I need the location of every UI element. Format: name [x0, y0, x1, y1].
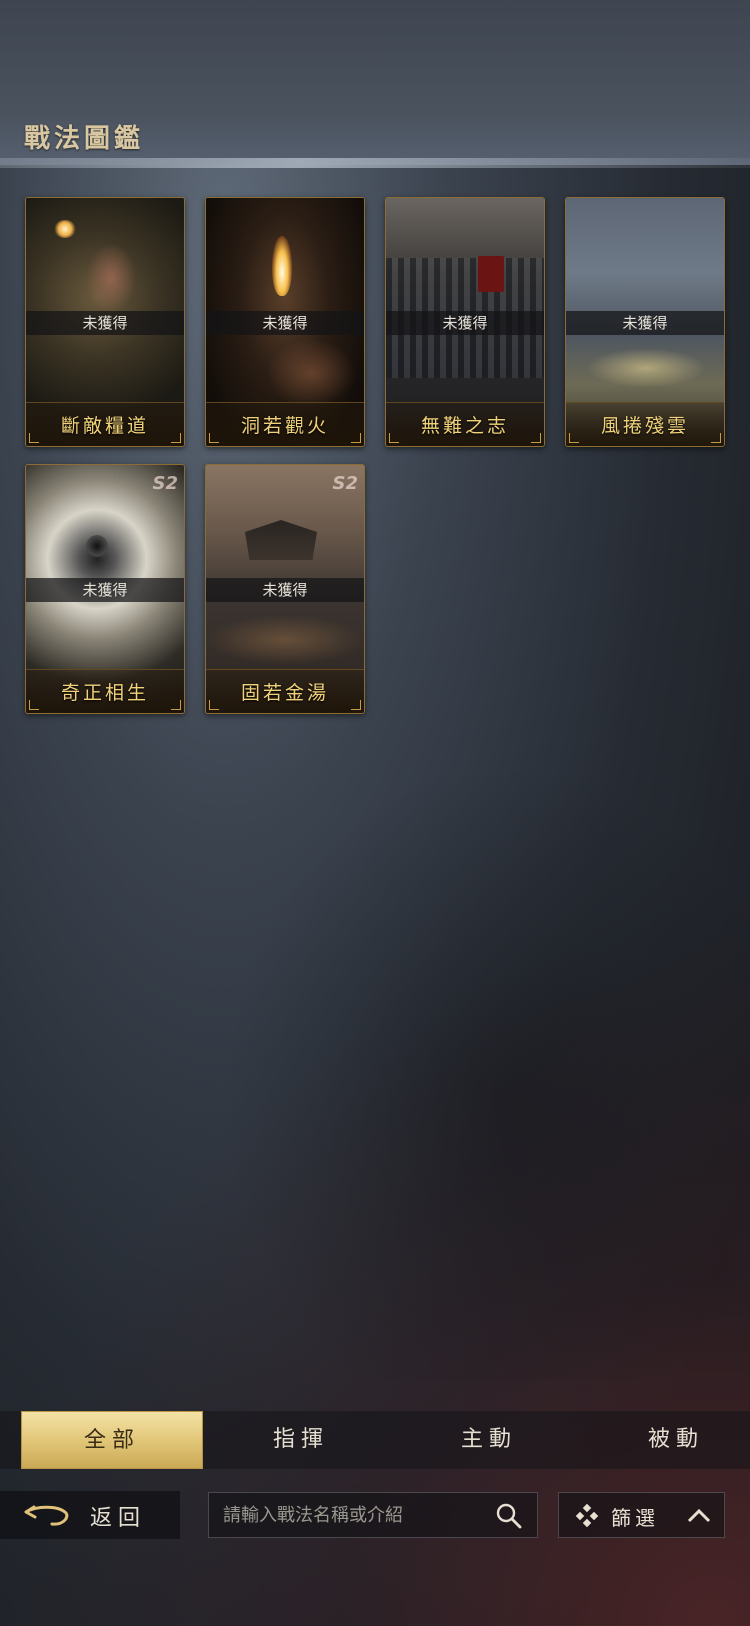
corner-ornament — [711, 433, 721, 443]
filter-label: 篩選 — [611, 1506, 659, 1530]
corner-ornament — [351, 433, 361, 443]
tactic-card[interactable]: 未獲得 斷敵糧道 — [25, 197, 185, 447]
corner-ornament — [351, 700, 361, 710]
tactic-card[interactable]: S2 未獲得 奇正相生 — [25, 464, 185, 714]
tab-command[interactable]: 指揮 — [210, 1411, 392, 1469]
tab-active[interactable]: 主動 — [398, 1411, 580, 1469]
season-badge: S2 — [152, 473, 179, 494]
filter-diamond-icon — [575, 1504, 599, 1528]
tactic-card[interactable]: 未獲得 無難之志 — [385, 197, 545, 447]
tactic-card[interactable]: S2 未獲得 固若金湯 — [205, 464, 365, 714]
search-box — [208, 1492, 538, 1538]
card-status-label: 未獲得 — [26, 578, 184, 602]
card-name: 斷敵糧道 — [60, 415, 149, 437]
tab-all[interactable]: 全部 — [21, 1411, 203, 1469]
tactic-card[interactable]: 未獲得 洞若觀火 — [205, 197, 365, 447]
category-tabs: 全部 指揮 主動 被動 — [0, 1411, 750, 1469]
search-input[interactable] — [223, 1501, 483, 1529]
corner-ornament — [29, 433, 39, 443]
tab-passive[interactable]: 被動 — [585, 1411, 750, 1469]
card-name: 奇正相生 — [60, 682, 149, 704]
corner-ornament — [29, 700, 39, 710]
chevron-up-icon — [687, 1508, 711, 1523]
back-button[interactable]: 返回 — [0, 1491, 180, 1539]
corner-ornament — [171, 433, 181, 443]
corner-ornament — [209, 433, 219, 443]
card-status-label: 未獲得 — [386, 311, 544, 335]
corner-ornament — [531, 433, 541, 443]
page-title: 戰法圖鑑 — [24, 124, 145, 154]
tactic-card[interactable]: 未獲得 風捲殘雲 — [565, 197, 725, 447]
search-icon[interactable] — [495, 1502, 523, 1530]
back-label: 返回 — [90, 1506, 147, 1531]
card-status-label: 未獲得 — [26, 311, 184, 335]
card-status-label: 未獲得 — [206, 311, 364, 335]
corner-ornament — [209, 700, 219, 710]
card-status-label: 未獲得 — [206, 578, 364, 602]
back-arrow-icon — [24, 1505, 69, 1526]
card-status-label: 未獲得 — [566, 311, 724, 335]
season-badge: S2 — [332, 473, 359, 494]
corner-ornament — [389, 433, 399, 443]
filter-button[interactable]: 篩選 — [558, 1492, 725, 1538]
corner-ornament — [569, 433, 579, 443]
card-name: 固若金湯 — [240, 682, 329, 704]
card-name: 洞若觀火 — [240, 415, 329, 437]
background-ink-art — [220, 760, 750, 1380]
corner-ornament — [171, 700, 181, 710]
card-name: 無難之志 — [420, 415, 509, 437]
card-name: 風捲殘雲 — [600, 415, 689, 437]
